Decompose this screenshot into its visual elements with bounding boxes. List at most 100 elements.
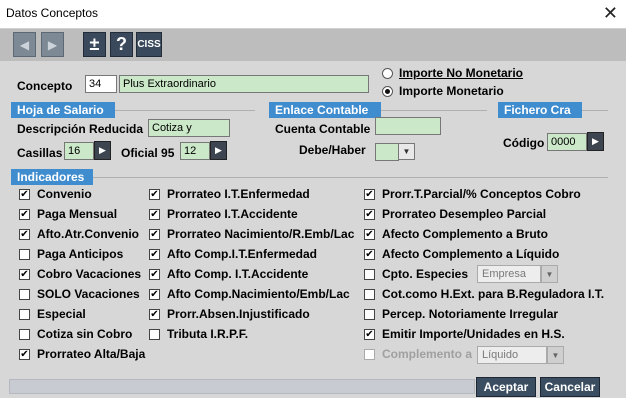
ciss-button[interactable]: CISS xyxy=(136,32,162,57)
help-button[interactable]: ? xyxy=(110,32,133,57)
checkbox-label-col2-0: Prorrateo I.T.Enfermedad xyxy=(167,187,310,201)
form-content: Concepto 34 Plus Extraordinario Importe … xyxy=(0,61,626,375)
complemento-combo[interactable]: Líquido xyxy=(477,346,547,364)
concepto-code-input[interactable]: 34 xyxy=(85,75,117,93)
plus-minus-button[interactable]: ± xyxy=(83,32,106,57)
toolbar: ◀ ▶ ± ? CISS xyxy=(0,29,626,61)
checkbox-label-col3-6: Percep. Notoriamente Irregular xyxy=(382,307,559,321)
concepto-label: Concepto xyxy=(17,79,73,93)
checkbox-label-col1-4: Cobro Vacaciones xyxy=(37,267,142,281)
checkbox-col2-7[interactable] xyxy=(149,329,160,340)
close-icon[interactable]: ✕ xyxy=(603,3,618,24)
oficial-95-input[interactable]: 12 xyxy=(180,142,210,160)
cuenta-contable-input[interactable] xyxy=(375,117,441,135)
checkbox-label-col3-1: Prorrateo Desempleo Parcial xyxy=(382,207,547,221)
checkbox-label-col1-5: SOLO Vacaciones xyxy=(37,287,140,301)
checkbox-label-col2-1: Prorrateo I.T.Accidente xyxy=(167,207,298,221)
checkbox-label-col3-2: Afecto Complemento a Bruto xyxy=(382,227,549,241)
debe-haber-input[interactable] xyxy=(375,143,399,161)
descripcion-reducida-label: Descripción Reducida xyxy=(17,122,144,136)
debe-haber-label: Debe/Haber xyxy=(299,143,366,157)
checkbox-col2-3[interactable]: ✔ xyxy=(149,249,160,260)
checkbox-col2-5[interactable]: ✔ xyxy=(149,289,160,300)
checkbox-col2-0[interactable]: ✔ xyxy=(149,189,160,200)
checkbox-col1-0[interactable]: ✔ xyxy=(19,189,30,200)
descripcion-reducida-input[interactable]: Cotiza y xyxy=(148,119,230,137)
cancel-button[interactable]: Cancelar xyxy=(540,377,600,397)
checkbox-label-col3-5: Cot.como H.Ext. para B.Reguladora I.T. xyxy=(382,287,605,301)
codigo-input[interactable]: 0000 xyxy=(547,133,587,151)
checkbox-col1-8[interactable]: ✔ xyxy=(19,349,30,360)
checkbox-col3-2[interactable]: ✔ xyxy=(364,229,375,240)
checkbox-label-col1-3: Paga Anticipos xyxy=(37,247,124,261)
checkbox-col3-0[interactable]: ✔ xyxy=(364,189,375,200)
checkbox-col3-1[interactable]: ✔ xyxy=(364,209,375,220)
title-bar: Datos Conceptos ✕ xyxy=(0,0,626,29)
checkbox-label-col3-8: Complemento a xyxy=(382,347,473,361)
hoja-salario-header: Hoja de Salario xyxy=(11,102,115,118)
oficial-95-spin-button[interactable]: ▶ xyxy=(210,141,227,160)
checkbox-label-col1-8: Prorrateo Alta/Baja xyxy=(37,347,146,361)
casillas-label: Casillas xyxy=(17,146,63,160)
checkbox-col3-6[interactable] xyxy=(364,309,375,320)
checkbox-label-col3-0: Prorr.T.Parcial/% Conceptos Cobro xyxy=(382,187,581,201)
checkbox-label-col1-2: Afto.Atr.Convenio xyxy=(37,227,139,241)
codigo-label: Código xyxy=(503,136,545,150)
importe-no-monetario-radio[interactable] xyxy=(382,68,393,79)
importe-no-monetario-label: Importe No Monetario xyxy=(399,66,524,80)
checkbox-col1-3[interactable] xyxy=(19,249,30,260)
checkbox-label-col2-7: Tributa I.R.P.F. xyxy=(167,327,249,341)
checkbox-label-col3-7: Emitir Importe/Unidades en H.S. xyxy=(382,327,565,341)
casillas-input[interactable]: 16 xyxy=(64,142,94,160)
checkbox-label-col2-6: Prorr.Absen.Injustificado xyxy=(167,307,310,321)
help-icon: ? xyxy=(116,34,127,54)
checkbox-col1-7[interactable] xyxy=(19,329,30,340)
checkbox-col1-1[interactable]: ✔ xyxy=(19,209,30,220)
checkbox-label-col1-6: Especial xyxy=(37,307,86,321)
ciss-label: CISS xyxy=(137,39,161,50)
debe-haber-dropdown-button[interactable]: ▼ xyxy=(398,143,415,160)
checkbox-label-col1-7: Cotiza sin Cobro xyxy=(37,327,133,341)
oficial-95-label: Oficial 95 xyxy=(121,146,175,160)
checkbox-col3-4[interactable] xyxy=(364,269,375,280)
checkbox-col1-2[interactable]: ✔ xyxy=(19,229,30,240)
fichero-cra-divider xyxy=(582,110,608,111)
checkbox-col1-6[interactable] xyxy=(19,309,30,320)
especies-dropdown-icon[interactable]: ▼ xyxy=(541,265,558,283)
concepto-name-input[interactable]: Plus Extraordinario xyxy=(119,75,369,93)
previous-record-button[interactable]: ◀ xyxy=(13,32,36,57)
checkbox-col2-1[interactable]: ✔ xyxy=(149,209,160,220)
hoja-salario-divider xyxy=(115,110,255,111)
enlace-contable-header: Enlace Contable xyxy=(269,102,381,118)
indicadores-divider xyxy=(93,177,608,178)
checkbox-col3-3[interactable]: ✔ xyxy=(364,249,375,260)
checkbox-col3-7[interactable]: ✔ xyxy=(364,329,375,340)
enlace-contable-divider xyxy=(381,110,487,111)
indicadores-header: Indicadores xyxy=(11,169,93,185)
checkbox-col1-4[interactable]: ✔ xyxy=(19,269,30,280)
checkbox-label-col1-1: Paga Mensual xyxy=(37,207,118,221)
arrow-right-icon: ▶ xyxy=(47,37,58,52)
checkbox-col2-4[interactable]: ✔ xyxy=(149,269,160,280)
checkbox-label-col2-3: Afto Comp.I.T.Enfermedad xyxy=(167,247,318,261)
complemento-dropdown-icon[interactable]: ▼ xyxy=(547,346,564,364)
checkbox-label-col2-2: Prorrateo Nacimiento/R.Emb/Lac xyxy=(167,227,355,241)
checkbox-label-col1-0: Convenio xyxy=(37,187,92,201)
importe-monetario-label: Importe Monetario xyxy=(399,84,504,98)
casillas-spin-button[interactable]: ▶ xyxy=(94,141,111,160)
cuenta-contable-label: Cuenta Contable xyxy=(275,122,371,136)
checkbox-col1-5[interactable] xyxy=(19,289,30,300)
arrow-left-icon: ◀ xyxy=(19,37,30,52)
especies-combo[interactable]: Empresa xyxy=(477,265,541,283)
accept-button[interactable]: Aceptar xyxy=(476,377,536,397)
window-title: Datos Conceptos xyxy=(6,6,99,20)
checkbox-col2-2[interactable]: ✔ xyxy=(149,229,160,240)
fichero-cra-header: Fichero Cra xyxy=(498,102,582,118)
checkbox-col3-8[interactable] xyxy=(364,349,375,360)
checkbox-col2-6[interactable]: ✔ xyxy=(149,309,160,320)
progress-bar xyxy=(9,379,475,394)
codigo-spin-button[interactable]: ▶ xyxy=(587,132,604,151)
importe-monetario-radio[interactable] xyxy=(382,86,393,97)
next-record-button[interactable]: ▶ xyxy=(41,32,64,57)
checkbox-col3-5[interactable] xyxy=(364,289,375,300)
